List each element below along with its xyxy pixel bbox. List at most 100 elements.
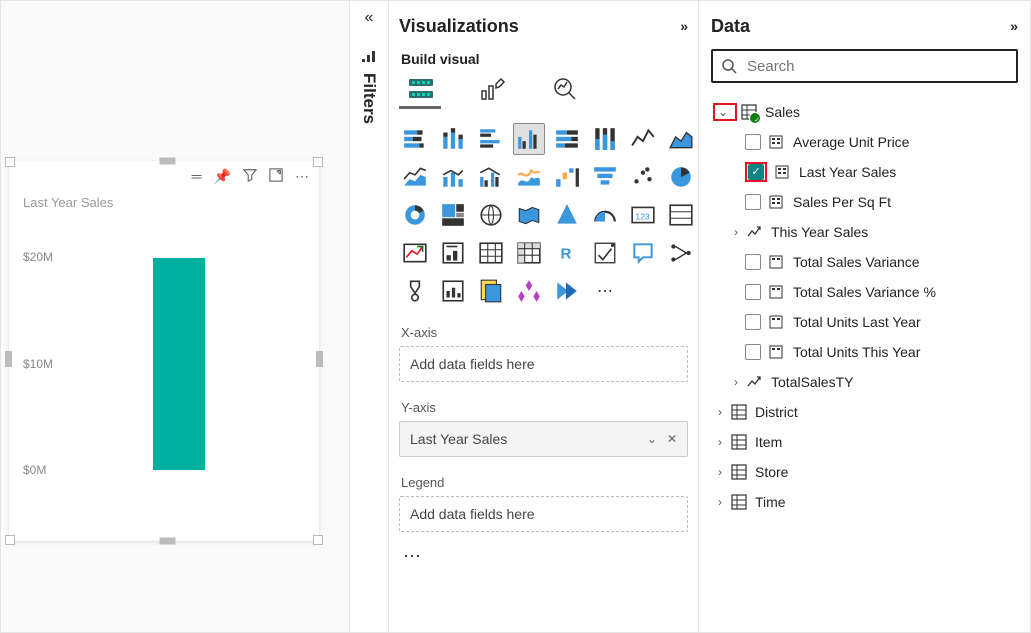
table-sales[interactable]: ⌄ Sales xyxy=(711,97,1018,127)
viz-filled-map[interactable] xyxy=(513,199,545,231)
drag-handle-icon[interactable]: ═ xyxy=(192,168,202,184)
viz-azure-map[interactable] xyxy=(551,199,583,231)
checkbox[interactable] xyxy=(748,164,764,180)
chevron-right-icon[interactable]: › xyxy=(713,435,727,449)
field-dropdown-icon[interactable]: ⌄ xyxy=(647,432,657,446)
field-sales-per-sq-ft[interactable]: Sales Per Sq Ft xyxy=(711,187,1018,217)
table-time[interactable]: › Time xyxy=(711,487,1018,517)
viz-qa[interactable] xyxy=(627,237,659,269)
viz-line[interactable] xyxy=(627,123,659,155)
viz-stacked-bar[interactable] xyxy=(399,123,431,155)
resize-handle-w[interactable] xyxy=(5,351,12,367)
table-district[interactable]: › District xyxy=(711,397,1018,427)
viz-power-automate[interactable] xyxy=(551,275,583,307)
chevron-down-icon[interactable]: ⌄ xyxy=(716,105,730,119)
tab-format-visual[interactable] xyxy=(477,73,509,105)
viz-waterfall[interactable] xyxy=(551,161,583,193)
tab-analytics[interactable] xyxy=(549,73,581,105)
field-this-year-sales[interactable]: › This Year Sales xyxy=(711,217,1018,247)
viz-table[interactable] xyxy=(475,237,507,269)
checkbox[interactable] xyxy=(745,134,761,150)
resize-handle-n[interactable] xyxy=(160,158,176,165)
resize-handle-nw[interactable] xyxy=(5,157,15,167)
viz-slicer[interactable] xyxy=(437,237,469,269)
viz-map[interactable] xyxy=(475,199,507,231)
fields-search[interactable] xyxy=(711,49,1018,83)
viz-more[interactable]: ⋯ xyxy=(589,275,621,307)
chevron-right-icon[interactable]: › xyxy=(713,495,727,509)
more-field-wells[interactable]: ⋯ xyxy=(399,532,688,581)
checkbox[interactable] xyxy=(745,254,761,270)
viz-apps[interactable] xyxy=(513,275,545,307)
viz-matrix[interactable] xyxy=(513,237,545,269)
chevron-right-icon[interactable]: › xyxy=(713,405,727,419)
resize-handle-s[interactable] xyxy=(160,538,176,545)
viz-donut[interactable] xyxy=(399,199,431,231)
viz-funnel[interactable] xyxy=(589,161,621,193)
expand-filters-icon[interactable]: « xyxy=(365,9,374,27)
resize-handle-se[interactable] xyxy=(313,535,323,545)
viz-gauge[interactable] xyxy=(589,199,621,231)
checkbox[interactable] xyxy=(745,314,761,330)
svg-text:123: 123 xyxy=(635,211,650,221)
viz-smart-narrative[interactable] xyxy=(437,275,469,307)
chevron-right-icon[interactable]: › xyxy=(729,225,743,239)
filter-icon[interactable] xyxy=(243,168,257,185)
chevron-right-icon[interactable]: › xyxy=(729,375,743,389)
viz-line-clustered-column[interactable] xyxy=(475,161,507,193)
viz-stacked-column[interactable] xyxy=(437,123,469,155)
checkbox[interactable] xyxy=(745,194,761,210)
viz-python-visual[interactable] xyxy=(589,237,621,269)
resize-handle-e[interactable] xyxy=(316,351,323,367)
viz-100-stacked-column[interactable] xyxy=(589,123,621,155)
y-axis-well[interactable]: Last Year Sales ⌄ ✕ xyxy=(399,421,688,457)
viz-card[interactable]: 123 xyxy=(627,199,659,231)
data-pane-title: Data xyxy=(711,16,750,37)
field-total-units-this-year[interactable]: Total Units This Year xyxy=(711,337,1018,367)
x-axis-well[interactable]: Add data fields here xyxy=(399,346,688,382)
field-total-units-last-year[interactable]: Total Units Last Year xyxy=(711,307,1018,337)
field-remove-icon[interactable]: ✕ xyxy=(667,432,677,446)
fields-search-input[interactable] xyxy=(745,57,1008,76)
pin-icon[interactable]: 📌 xyxy=(214,168,231,185)
checkbox[interactable] xyxy=(745,284,761,300)
visual-container[interactable]: ═ 📌 ⋯ Last Year Sales $20M $10M $0M xyxy=(9,161,319,541)
chevron-right-icon[interactable]: › xyxy=(713,465,727,479)
field-average-unit-price[interactable]: Average Unit Price xyxy=(711,127,1018,157)
resize-handle-sw[interactable] xyxy=(5,535,15,545)
checkbox[interactable] xyxy=(745,344,761,360)
chart-bar[interactable] xyxy=(153,258,205,470)
viz-paginated-report[interactable] xyxy=(475,275,507,307)
viz-kpi[interactable] xyxy=(399,237,431,269)
focus-mode-icon[interactable] xyxy=(269,168,283,185)
viz-clustered-bar[interactable] xyxy=(475,123,507,155)
filters-pane-collapsed[interactable]: « Filters xyxy=(349,1,389,632)
collapse-viz-icon[interactable]: » xyxy=(680,18,688,34)
legend-well[interactable]: Add data fields here xyxy=(399,496,688,532)
viz-pie[interactable] xyxy=(665,161,697,193)
viz-r-visual[interactable]: R xyxy=(551,237,583,269)
table-store[interactable]: › Store xyxy=(711,457,1018,487)
collapse-data-icon[interactable]: » xyxy=(1010,18,1018,34)
viz-key-influencers[interactable] xyxy=(665,237,697,269)
tab-build-visual[interactable] xyxy=(405,73,437,105)
viz-line-stacked-column[interactable] xyxy=(437,161,469,193)
y-axis-field-pill[interactable]: Last Year Sales xyxy=(410,431,647,447)
viz-100-stacked-bar[interactable] xyxy=(551,123,583,155)
viz-area[interactable] xyxy=(665,123,697,155)
viz-ribbon[interactable] xyxy=(513,161,545,193)
viz-scatter[interactable] xyxy=(627,161,659,193)
table-item[interactable]: › Item xyxy=(711,427,1018,457)
field-total-sales-variance[interactable]: Total Sales Variance xyxy=(711,247,1018,277)
viz-decomposition-tree[interactable] xyxy=(399,275,431,307)
field-total-sales-variance-pct[interactable]: Total Sales Variance % xyxy=(711,277,1018,307)
viz-clustered-column[interactable] xyxy=(513,123,545,155)
report-canvas[interactable]: ═ 📌 ⋯ Last Year Sales $20M $10M $0M xyxy=(1,1,349,632)
more-options-icon[interactable]: ⋯ xyxy=(295,168,309,185)
viz-multi-row-card[interactable] xyxy=(665,199,697,231)
viz-stacked-area[interactable] xyxy=(399,161,431,193)
field-last-year-sales[interactable]: Last Year Sales xyxy=(711,157,1018,187)
resize-handle-ne[interactable] xyxy=(313,157,323,167)
field-totalsalesty[interactable]: › TotalSalesTY xyxy=(711,367,1018,397)
viz-treemap[interactable] xyxy=(437,199,469,231)
